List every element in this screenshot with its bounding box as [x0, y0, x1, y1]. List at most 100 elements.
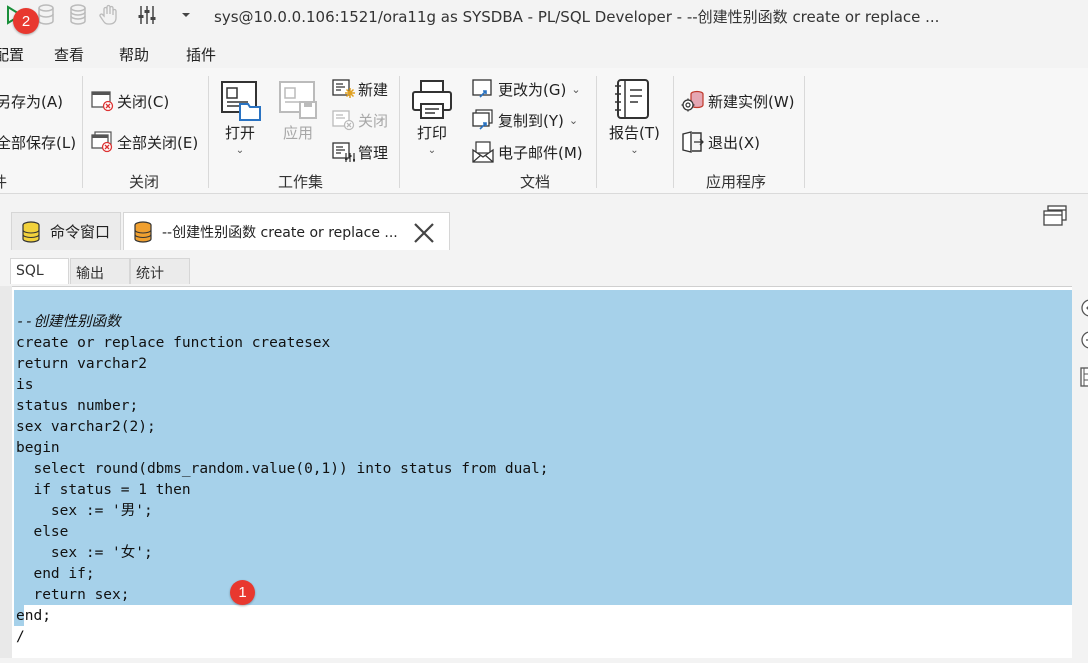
- close-button[interactable]: 关闭(C): [90, 89, 169, 113]
- close-group-label: 关闭: [129, 173, 160, 191]
- chevron-down-icon[interactable]: [174, 3, 198, 27]
- sliders-icon[interactable]: [135, 3, 159, 27]
- new-workset-button[interactable]: 新建: [331, 77, 388, 101]
- menu-plugins[interactable]: 插件: [186, 44, 216, 65]
- close-workset-label: 关闭: [358, 111, 389, 130]
- chevron-down-icon: ⌄: [630, 145, 639, 156]
- code-line: /: [16, 629, 25, 645]
- exit-label: 退出(X): [708, 133, 760, 152]
- group-separator: [82, 76, 83, 188]
- code-line: return varchar2: [16, 356, 147, 372]
- application-group-label: 应用程序: [706, 173, 767, 191]
- list-icon[interactable]: [1080, 367, 1088, 391]
- restore-window-icon[interactable]: [1042, 204, 1068, 228]
- group-separator: [804, 76, 805, 188]
- code-line: --创建性别函数: [16, 314, 121, 330]
- tab-command-window-label: 命令窗口: [50, 223, 111, 241]
- ribbon: 另存为(A) 全部保存(L) 件 关闭(C) 全部关闭(E) 关闭 打开 ⌄ 应…: [0, 68, 1088, 194]
- code-line: end if;: [16, 566, 95, 582]
- change-to-label: 更改为(G): [498, 80, 567, 99]
- tab-output[interactable]: 输出: [70, 258, 130, 284]
- left-gutter: [0, 286, 12, 658]
- workset-group-label: 工作集: [278, 173, 324, 191]
- code-line: if status = 1 then: [16, 482, 191, 498]
- email-button[interactable]: 电子邮件(M): [471, 140, 583, 164]
- apply-label: 应用: [282, 124, 313, 142]
- report-icon: [612, 78, 656, 122]
- collapse-icon[interactable]: [1079, 298, 1088, 322]
- menu-config[interactable]: 配置: [0, 44, 24, 65]
- tab-statistics[interactable]: 统计: [130, 258, 190, 284]
- hand-icon[interactable]: [97, 3, 121, 27]
- database-orange-icon: [130, 219, 156, 245]
- new-workset-label: 新建: [358, 80, 389, 99]
- exit-icon: [681, 131, 705, 153]
- code-line: sex := '女';: [16, 545, 153, 561]
- tab-create-sex-function[interactable]: --创建性别函数 create or replace ...: [123, 212, 450, 250]
- report-button[interactable]: 报告(T) ⌄: [609, 78, 660, 156]
- manage-workset-button[interactable]: 管理: [331, 140, 388, 164]
- tab-sql[interactable]: SQL: [10, 258, 69, 284]
- close-label: 关闭(C): [117, 92, 170, 111]
- copy-to-button[interactable]: 复制到(Y) ⌄: [471, 108, 578, 132]
- printer-icon: [410, 78, 454, 122]
- right-toolbar: [1072, 286, 1088, 658]
- code-line: select round(dbms_random.value(0,1)) int…: [16, 461, 549, 477]
- save-all-button[interactable]: 全部保存(L): [0, 130, 76, 154]
- expand-icon[interactable]: [1079, 330, 1088, 354]
- chevron-down-icon: ⌄: [571, 82, 581, 96]
- code-line: status number;: [16, 398, 139, 414]
- group-separator: [596, 76, 597, 188]
- save-as-button[interactable]: 另存为(A): [0, 89, 63, 113]
- code-line: create or replace function createsex: [16, 335, 331, 351]
- sql-editor[interactable]: --创建性别函数 create or replace function creat…: [12, 286, 1072, 658]
- close-doc-icon: [90, 90, 114, 112]
- chevron-down-icon: ⌄: [568, 113, 579, 127]
- chevron-down-icon: ⌄: [427, 145, 437, 156]
- chevron-down-icon: ⌄: [235, 145, 245, 156]
- print-button[interactable]: 打印 ⌄: [410, 78, 454, 156]
- file-group-label: 件: [0, 171, 7, 192]
- database-stack-icon[interactable]: [66, 3, 90, 27]
- menu-help[interactable]: 帮助: [119, 44, 149, 65]
- copy-to-label: 复制到(Y): [498, 111, 564, 130]
- close-all-label: 全部关闭(E): [117, 133, 199, 152]
- new-instance-icon: [681, 90, 705, 112]
- title-bar: sys@10.0.0.106:1521/ora11g as SYSDBA - P…: [0, 0, 1088, 32]
- close-workset-button[interactable]: 关闭: [331, 108, 388, 132]
- code-line: return sex;: [16, 587, 130, 603]
- print-label: 打印: [416, 124, 447, 142]
- save-as-label: 另存为(A): [0, 92, 63, 111]
- code-line: else: [16, 524, 69, 540]
- apply-workset-button[interactable]: 应用: [276, 78, 320, 143]
- menu-view[interactable]: 查看: [54, 44, 84, 65]
- code-line: is: [16, 377, 34, 393]
- apply-icon: [276, 78, 320, 122]
- change-to-button[interactable]: 更改为(G) ⌄: [471, 77, 581, 101]
- close-all-button[interactable]: 全部关闭(E): [90, 130, 198, 154]
- group-separator: [208, 76, 209, 188]
- group-separator: [399, 76, 400, 188]
- document-area: 命令窗口 --创建性别函数 create or replace ... SQL …: [0, 195, 1088, 663]
- report-label: 报告(T): [609, 124, 660, 142]
- code-line: sex := '男';: [16, 503, 153, 519]
- code-line: begin: [16, 440, 60, 456]
- email-icon: [471, 141, 495, 163]
- open-workset-button[interactable]: 打开 ⌄: [218, 78, 262, 156]
- email-label: 电子邮件(M): [498, 143, 583, 162]
- database-yellow-icon: [18, 219, 44, 245]
- open-folder-icon: [218, 78, 262, 122]
- exit-button[interactable]: 退出(X): [681, 130, 760, 154]
- close-tab-icon[interactable]: [412, 221, 436, 245]
- manage-label: 管理: [358, 143, 389, 162]
- code-line: end;: [16, 608, 51, 624]
- new-workset-icon: [331, 78, 355, 100]
- code-text: --创建性别函数 create or replace function creat…: [16, 291, 549, 658]
- window-title: sys@10.0.0.106:1521/ora11g as SYSDBA - P…: [214, 8, 940, 26]
- tab-command-window[interactable]: 命令窗口: [11, 212, 121, 250]
- new-instance-button[interactable]: 新建实例(W): [681, 89, 795, 113]
- menu-bar: 配置 查看 帮助 插件: [0, 40, 1088, 66]
- new-instance-label: 新建实例(W): [708, 92, 795, 111]
- change-to-icon: [471, 78, 495, 100]
- annotation-badge-1: 1: [230, 580, 255, 605]
